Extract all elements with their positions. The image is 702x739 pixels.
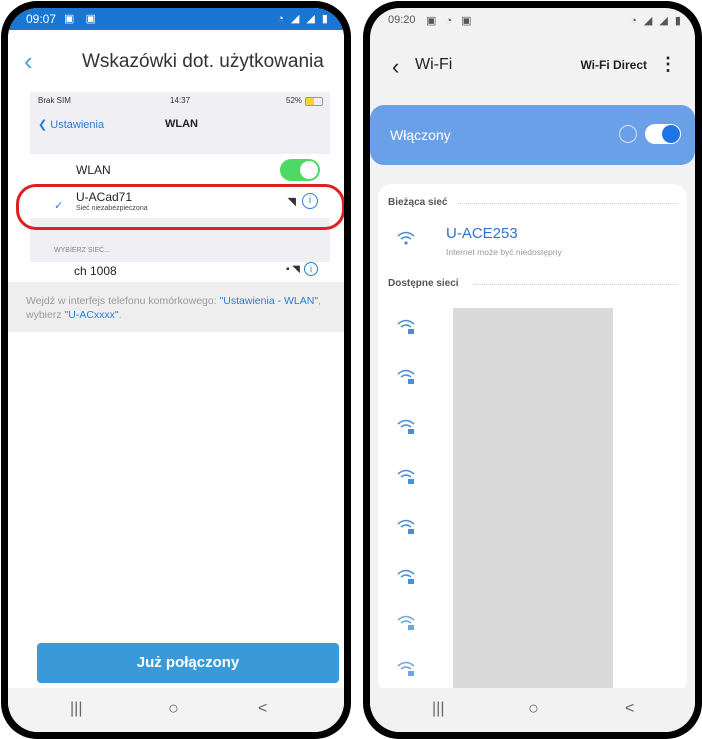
android-nav-bar: ||| ○ < xyxy=(370,688,695,732)
right-phone: 09:20 ▣ ◔ ▣ ◔ ◢ ◢ ▮ ‹ Wi-Fi Wi-Fi Direct… xyxy=(363,1,702,739)
hint-settings-path: "Ustawienia - WLAN" xyxy=(219,295,319,307)
wifi-enabled-bar[interactable]: Włączony xyxy=(370,105,695,165)
other-network-name[interactable]: ch 1008 xyxy=(74,264,117,278)
instruction-text: Wejdź w interfejs telefonu komórkowego: … xyxy=(8,282,344,332)
redacted-network-names xyxy=(453,308,613,688)
ios-carrier: Brak SIM xyxy=(38,96,71,105)
home-icon[interactable]: ○ xyxy=(528,698,539,719)
signal-battery-icons: ◔ ◢ ◢ ▮ xyxy=(630,15,683,27)
status-time: 09:07 xyxy=(26,12,57,26)
highlight-ring xyxy=(16,184,344,230)
home-icon[interactable]: ○ xyxy=(168,698,179,719)
wifi-header: ‹ Wi-Fi Wi-Fi Direct ⋮ xyxy=(370,48,695,88)
page-header: ‹ Wskazówki dot. użytkowania xyxy=(8,30,344,92)
back-nav-icon[interactable]: < xyxy=(258,700,267,718)
ios-nav-title: WLAN xyxy=(165,118,198,130)
ios-status-bar: Brak SIM 14:37 52% xyxy=(30,92,330,110)
current-network-status: Internet może być niedostępny xyxy=(446,247,562,257)
android-nav-bar: ||| ○ < xyxy=(8,688,344,732)
current-network-name: U-ACE253 xyxy=(446,225,518,242)
ios-back-link[interactable]: ❮ Ustawienia xyxy=(38,118,104,131)
wifi-lock-icon[interactable] xyxy=(396,612,416,632)
recent-apps-icon[interactable]: ||| xyxy=(70,700,82,718)
ios-back-label: Ustawienia xyxy=(50,119,105,131)
circle-icon xyxy=(619,125,637,143)
wifi-toggle[interactable] xyxy=(645,124,681,144)
wifi-direct-button[interactable]: Wi-Fi Direct xyxy=(580,58,647,72)
already-connected-button[interactable]: Już połączony xyxy=(37,643,339,683)
wifi-lock-icon[interactable] xyxy=(396,466,416,486)
current-network-section: Bieżąca sieć xyxy=(388,197,448,208)
available-networks-section: Dostępne sieci xyxy=(388,278,459,289)
battery-icon xyxy=(305,97,323,106)
signal-battery-icons: ◔ ◢ ◢ ▮ xyxy=(277,13,330,25)
page-title: Wskazówki dot. użytkowania xyxy=(82,51,324,72)
page-title: Wi-Fi xyxy=(415,56,453,73)
wifi-lock-icon[interactable] xyxy=(396,316,416,336)
back-arrow-icon[interactable]: ‹ xyxy=(392,54,399,80)
more-options-icon[interactable]: ⋮ xyxy=(659,54,677,75)
ios-nav-bar: ❮ Ustawienia WLAN xyxy=(30,110,330,138)
section-divider xyxy=(458,203,677,204)
wifi-lock-icon[interactable] xyxy=(396,516,416,536)
current-network-row[interactable]: U-ACE253 Internet może być niedostępny xyxy=(378,216,687,262)
wifi-lock-icon[interactable] xyxy=(396,566,416,586)
other-networks-group: ch 1008 ▪ ◥ i xyxy=(30,262,330,282)
status-time: 09:20 xyxy=(388,14,416,26)
enabled-label: Włączony xyxy=(390,127,451,143)
ios-battery: 52% xyxy=(286,96,303,105)
wifi-lock-icon[interactable] xyxy=(396,366,416,386)
lock-wifi-icon: ▪ ◥ xyxy=(285,264,300,275)
right-screen: 09:20 ▣ ◔ ▣ ◔ ◢ ◢ ▮ ‹ Wi-Fi Wi-Fi Direct… xyxy=(370,8,695,732)
hint-prefix: Wejdź w interfejs telefonu komórkowego: xyxy=(26,295,220,307)
wifi-lock-icon[interactable] xyxy=(396,658,416,678)
networks-card: Bieżąca sieć U-ACE253 Internet może być … xyxy=(378,184,687,694)
hint-suffix: . xyxy=(118,309,122,321)
left-phone: 09:07 ▣ ▣ ◔ ◢ ◢ ▮ ‹ Wskazówki dot. użytk… xyxy=(1,1,351,739)
wifi-lock-icon[interactable] xyxy=(396,416,416,436)
wlan-label: WLAN xyxy=(76,163,111,177)
notification-icons: ▣ ▣ xyxy=(64,13,100,25)
left-screen: 09:07 ▣ ▣ ◔ ◢ ◢ ▮ ‹ Wskazówki dot. użytk… xyxy=(8,8,344,732)
wlan-toggle[interactable] xyxy=(280,159,320,181)
info-icon[interactable]: i xyxy=(304,262,318,276)
wlan-toggle-row: WLAN xyxy=(30,154,330,187)
status-bar: 09:07 ▣ ▣ ◔ ◢ ◢ ▮ xyxy=(8,8,344,30)
back-nav-icon[interactable]: < xyxy=(625,700,634,718)
ios-time: 14:37 xyxy=(170,96,191,105)
status-bar: 09:20 ▣ ◔ ▣ ◔ ◢ ◢ ▮ xyxy=(370,8,695,30)
section-divider xyxy=(473,284,677,285)
recent-apps-icon[interactable]: ||| xyxy=(432,700,444,718)
wifi-icon xyxy=(397,231,415,245)
choose-network-label: WYBIERZ SIEĆ... xyxy=(54,247,111,254)
hint-network-name: "U-ACxxxx" xyxy=(64,309,119,321)
notification-icons: ▣ ◔ ▣ xyxy=(426,15,475,27)
back-arrow-icon[interactable]: ‹ xyxy=(24,48,33,74)
